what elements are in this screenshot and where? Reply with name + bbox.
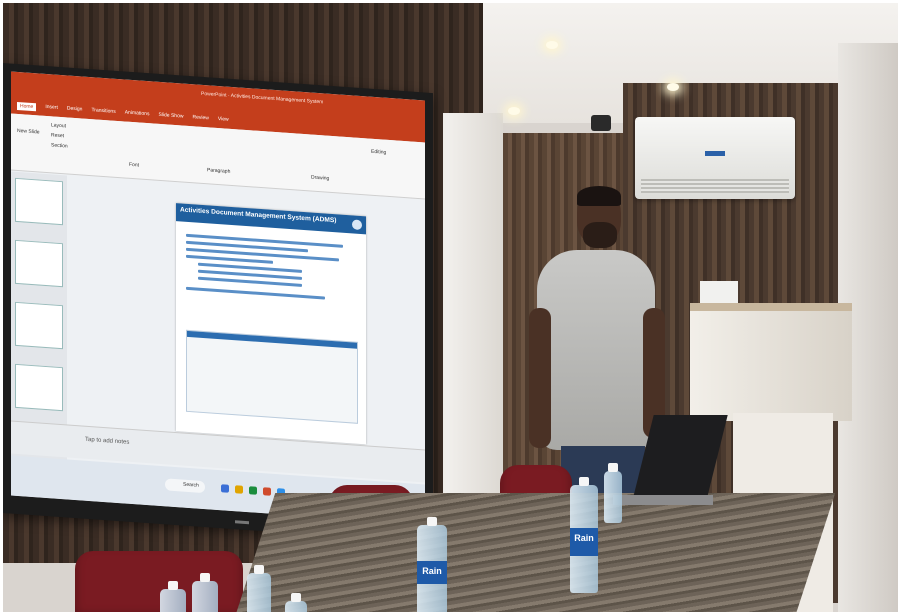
ribbon-paragraph: Paragraph	[207, 167, 231, 175]
powerpoint-window: PowerPoint · Activities Document Managem…	[11, 71, 425, 525]
ceiling-light	[667, 83, 679, 91]
tab-slide-show[interactable]: Slide Show	[158, 112, 183, 122]
window-title: PowerPoint · Activities Document Managem…	[201, 90, 324, 106]
new-slide-button[interactable]: New Slide	[17, 128, 40, 136]
slide-bullets	[186, 230, 360, 306]
slide-thumbnail[interactable]	[15, 363, 63, 412]
ribbon-font: Font	[129, 161, 140, 169]
tab-animations[interactable]: Animations	[125, 110, 150, 120]
ribbon-drawing: Drawing	[311, 174, 330, 182]
app-icon[interactable]	[249, 486, 257, 495]
logo-icon	[352, 219, 362, 231]
water-bottle: Rain	[417, 517, 447, 612]
app-icon[interactable]	[221, 484, 229, 493]
tab-review[interactable]: Review	[192, 114, 208, 123]
notes-placeholder: Tap to add notes	[85, 436, 130, 446]
slide-title: Activities Document Management System (A…	[180, 206, 337, 225]
tab-design[interactable]: Design	[67, 105, 83, 114]
presenter-shirt	[537, 250, 655, 450]
ribbon-layout[interactable]: Layout	[51, 122, 66, 129]
white-pillar	[443, 113, 503, 533]
folder-icon[interactable]	[235, 485, 243, 494]
slide-thumbnail[interactable]	[15, 177, 63, 226]
powerpoint-icon[interactable]	[263, 487, 271, 496]
air-conditioner	[635, 117, 795, 199]
taskbar-search-label: Search	[183, 481, 199, 489]
presenter-beard	[583, 222, 617, 248]
podium	[690, 303, 852, 421]
water-bottle: Rain	[570, 477, 598, 593]
presenter-arm	[529, 308, 551, 448]
ribbon-editing: Editing	[371, 148, 387, 156]
tab-view[interactable]: View	[218, 116, 229, 125]
bottle-label: Rain	[417, 561, 447, 585]
ceiling-light	[508, 107, 520, 115]
ceiling-light	[546, 41, 558, 49]
presenter-hair	[577, 186, 621, 206]
conference-table	[233, 493, 836, 612]
tab-transitions[interactable]: Transitions	[91, 107, 115, 117]
water-bottle	[285, 593, 307, 612]
water-bottle	[604, 463, 622, 523]
presenter	[529, 186, 665, 496]
current-slide: Activities Document Management System (A…	[176, 203, 366, 445]
ribbon-section[interactable]: Section	[51, 142, 68, 149]
ac-vent	[641, 179, 789, 193]
laptop-base	[613, 495, 713, 505]
tab-home[interactable]: Home	[17, 101, 37, 112]
slide-thumbnail[interactable]	[15, 239, 63, 288]
embedded-screenshot	[186, 329, 358, 424]
tab-insert[interactable]: Insert	[45, 104, 58, 113]
ac-logo	[705, 151, 725, 156]
bottle-label: Rain	[570, 528, 598, 557]
cctv-camera	[591, 115, 611, 131]
photo-scene: PowerPoint · Activities Document Managem…	[3, 3, 898, 612]
water-bottle	[192, 573, 218, 612]
slide-thumbnail[interactable]	[15, 301, 63, 350]
display-screen: PowerPoint · Activities Document Managem…	[3, 63, 433, 544]
water-bottle	[247, 565, 271, 612]
tv-brand-logo	[235, 520, 249, 525]
ribbon-reset[interactable]: Reset	[51, 132, 64, 139]
water-bottle	[160, 581, 186, 612]
